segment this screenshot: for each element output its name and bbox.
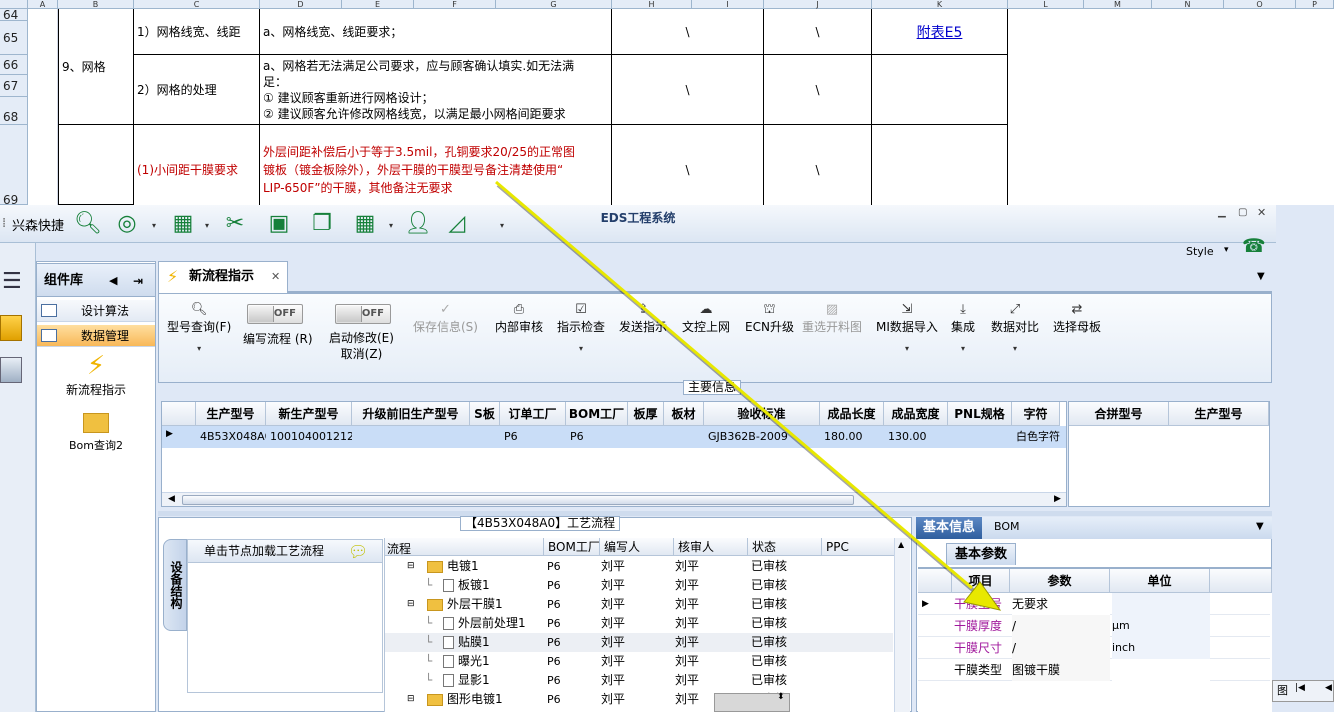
arrow-line xyxy=(495,180,973,590)
annotation-arrow xyxy=(495,180,1002,611)
